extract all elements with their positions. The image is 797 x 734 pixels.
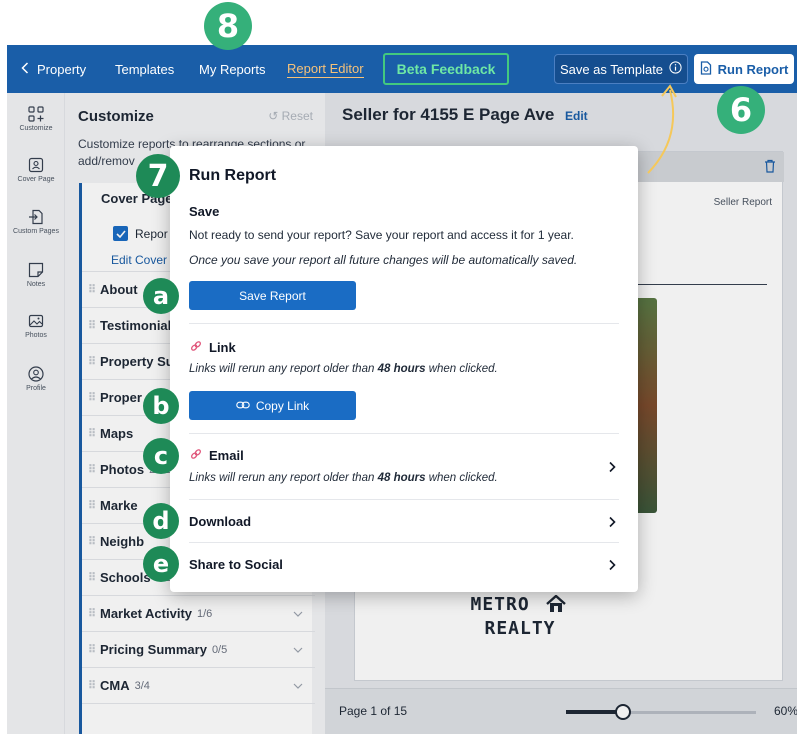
annotation-badge-6: 6 [717, 86, 765, 134]
nav-tab-templates[interactable]: Templates [115, 45, 174, 93]
beta-feedback-button[interactable]: Beta Feedback [383, 53, 509, 85]
chain-link-icon [236, 399, 250, 413]
chevron-right-icon [606, 460, 618, 473]
annotation-badge-b: b [143, 388, 179, 424]
save-description: Not ready to send your report? Save your… [189, 228, 574, 242]
beta-feedback-label: Beta Feedback [396, 61, 496, 77]
nav-back-label: Property [37, 61, 87, 77]
nav-tab-report-editor[interactable]: Report Editor [287, 45, 364, 93]
email-heading: Email [189, 447, 244, 464]
link-note: Links will rerun any report older than 4… [189, 363, 498, 375]
share-social-option-row[interactable]: Share to Social [170, 543, 638, 587]
email-note: Links will rerun any report older than 4… [189, 472, 498, 484]
annotation-badge-d: d [143, 503, 179, 539]
chevron-right-icon [606, 558, 618, 571]
info-icon [669, 61, 682, 77]
nav-tab-label: My Reports [199, 61, 266, 77]
nav-tab-label: Templates [115, 61, 175, 77]
report-document-icon [700, 60, 712, 78]
annotation-badge-7: 7 [136, 154, 180, 198]
link-note-hours: 48 hours [377, 363, 426, 375]
run-report-label: Run Report [717, 61, 789, 77]
nav-tab-label: Report Editor [287, 60, 364, 78]
run-report-modal: Run Report Save Not ready to send your r… [170, 146, 638, 592]
modal-title: Run Report [189, 167, 277, 184]
annotation-badge-e: e [143, 546, 179, 582]
download-label: Download [189, 514, 252, 529]
annotation-badge-a: a [143, 278, 179, 314]
curved-arrow-icon [647, 84, 677, 174]
link-note-suffix: when clicked. [425, 363, 498, 375]
save-heading: Save [189, 204, 220, 219]
email-heading-label: Email [209, 448, 244, 463]
email-note-suffix: when clicked. [425, 472, 498, 484]
link-icon [189, 339, 203, 356]
nav-tab-my-reports[interactable]: My Reports [199, 45, 265, 93]
share-social-label: Share to Social [189, 557, 283, 572]
run-report-button[interactable]: Run Report [694, 54, 794, 84]
save-report-button[interactable]: Save Report [189, 281, 356, 310]
email-note-hours: 48 hours [377, 472, 426, 484]
chevron-left-icon [21, 61, 29, 77]
chevron-right-icon [606, 515, 618, 528]
email-note-text: Links will rerun any report older than [189, 472, 378, 484]
save-report-label: Save Report [239, 288, 306, 303]
email-option-row[interactable]: Email Links will rerun any report older … [170, 434, 638, 498]
annotation-badge-8: 8 [204, 2, 252, 50]
nav-back-link[interactable]: Property [21, 45, 86, 93]
save-as-template-label: Save as Template [559, 61, 664, 77]
link-heading-label: Link [209, 340, 236, 355]
save-note: Once you save your report all future cha… [189, 253, 578, 267]
copy-link-label: Copy Link [255, 398, 310, 413]
link-heading: Link [189, 339, 236, 356]
annotation-badge-c: c [143, 438, 179, 474]
copy-link-button[interactable]: Copy Link [189, 391, 356, 420]
screenshot-stage: Property Templates My Reports Report Edi… [0, 0, 797, 734]
link-note-text: Links will rerun any report older than [189, 363, 378, 375]
divider [189, 323, 619, 324]
download-option-row[interactable]: Download [170, 500, 638, 542]
link-icon [189, 447, 203, 464]
